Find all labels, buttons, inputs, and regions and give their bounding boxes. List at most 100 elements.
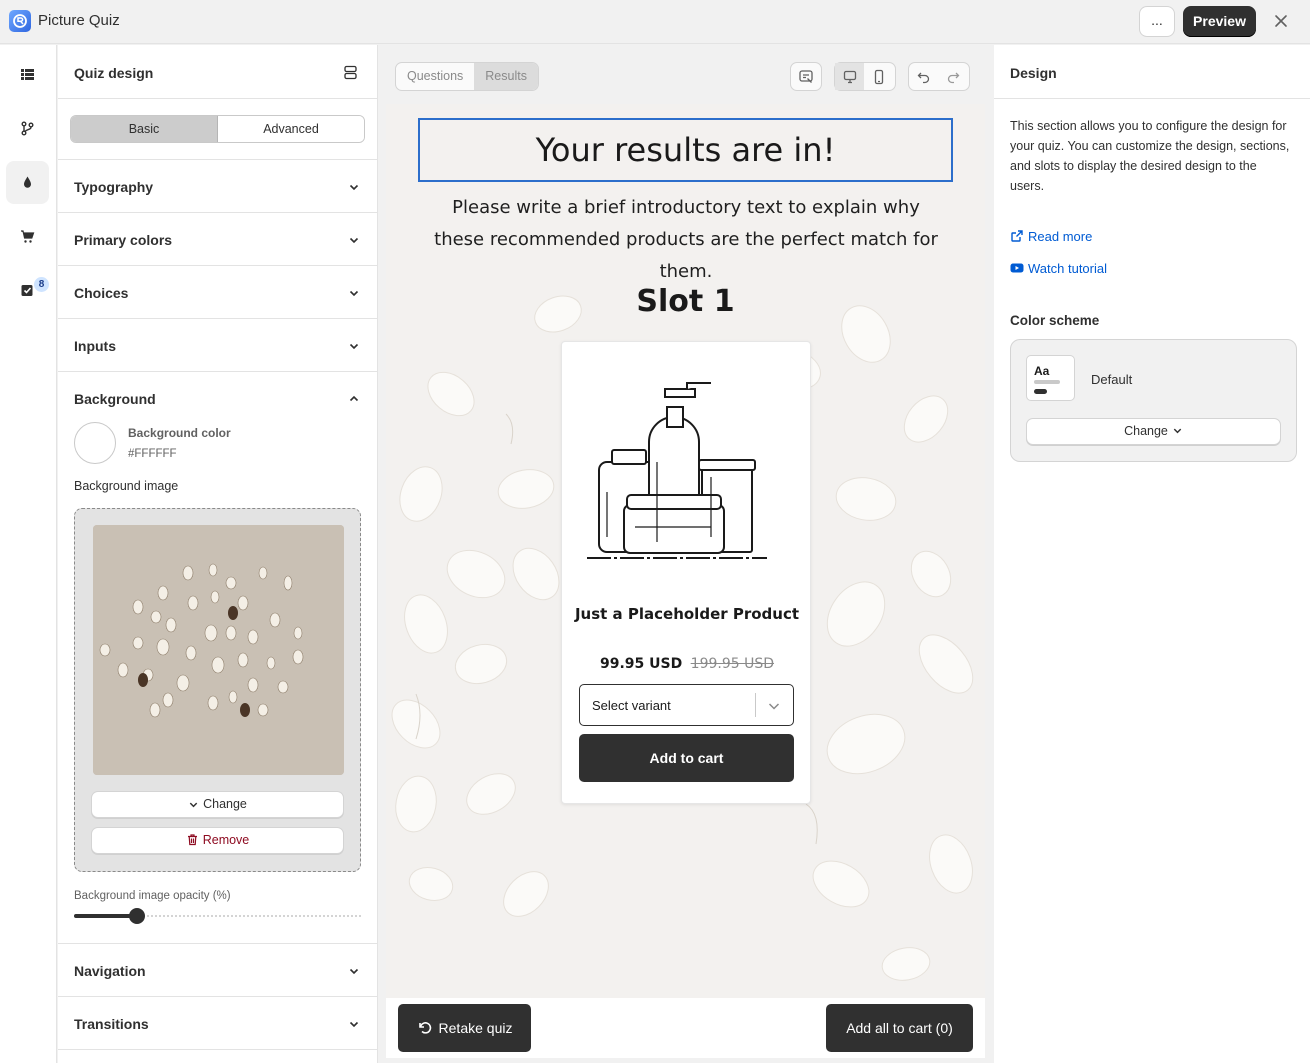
section-label: Typography: [74, 179, 154, 195]
chevron-down-icon: [1173, 428, 1182, 434]
close-icon[interactable]: [1270, 10, 1292, 32]
inspector-tool-group: [790, 62, 822, 91]
external-link-icon: [1011, 230, 1023, 242]
mobile-icon: [874, 69, 884, 85]
design-description: This section allows you to configure the…: [1010, 119, 1290, 193]
opacity-label: Background image opacity (%): [74, 890, 231, 902]
tab-basic[interactable]: Basic: [71, 116, 218, 142]
results-title-block[interactable]: Your results are in!: [418, 118, 953, 182]
variant-select-divider: [755, 693, 756, 717]
section-label: Choices: [74, 285, 129, 301]
rail-item-products[interactable]: [6, 215, 49, 258]
color-scheme-name: Default: [1091, 372, 1133, 387]
section-label[interactable]: Background: [74, 391, 156, 407]
desktop-view-button[interactable]: [835, 63, 864, 90]
section-label: Transitions: [74, 1016, 149, 1032]
panel-header: Quiz design: [58, 45, 377, 99]
undo-icon: [917, 72, 930, 84]
section-choices[interactable]: Choices: [58, 266, 377, 319]
change-image-label: Change: [203, 797, 247, 811]
chevron-down-icon: [349, 290, 359, 297]
section-label: Primary colors: [74, 232, 173, 248]
section-typography[interactable]: Typography: [58, 160, 377, 213]
rail-item-logic[interactable]: [6, 107, 49, 150]
rail-item-questions[interactable]: [6, 53, 49, 96]
chevron-down-icon: [768, 703, 780, 710]
design-panel-title: Design: [1010, 65, 1057, 81]
inspect-icon: [799, 70, 813, 83]
mobile-view-button[interactable]: [864, 63, 893, 90]
quiz-results-preview: Your results are in! Please write a brie…: [386, 104, 985, 1000]
app-title: Picture Quiz: [38, 12, 120, 29]
desktop-icon: [843, 70, 857, 84]
checkbox-icon: [21, 285, 33, 296]
cart-icon: [21, 230, 35, 243]
slot-title[interactable]: Slot 1: [386, 284, 985, 319]
section-label: Inputs: [74, 338, 116, 354]
chevron-up-icon[interactable]: [348, 393, 360, 405]
opacity-slider-handle[interactable]: [129, 908, 146, 924]
section-transitions[interactable]: Transitions: [58, 997, 377, 1050]
variant-select-placeholder: Select variant: [592, 698, 671, 713]
results-intro-text[interactable]: Please write a brief introductory text t…: [426, 192, 946, 288]
tab-results[interactable]: Results: [474, 63, 538, 90]
remove-image-button[interactable]: Remove: [91, 827, 344, 854]
read-more-link[interactable]: Read more: [1010, 229, 1092, 244]
product-price: 99.95 USD: [599, 656, 683, 672]
scheme-line-light: [1034, 380, 1060, 384]
chevron-down-icon: [189, 802, 198, 808]
results-footer: Retake quiz Add all to cart (0): [386, 998, 985, 1058]
section-navigation[interactable]: Navigation: [58, 944, 377, 997]
add-all-to-cart-button[interactable]: Add all to cart (0): [826, 1004, 973, 1052]
quiz-design-panel: Quiz design Basic Advanced Typography Pr…: [58, 45, 378, 1063]
product-compare-price: 199.95 USD: [690, 656, 775, 672]
background-image-dropzone[interactable]: Change Remove: [74, 508, 361, 872]
remove-image-label: Remove: [202, 833, 250, 847]
history-tool-group: [908, 62, 970, 91]
chevron-down-icon: [349, 1021, 359, 1028]
background-color-label: Background color: [128, 426, 231, 440]
droplet-icon: [24, 176, 31, 188]
scheme-line-dark: [1034, 389, 1047, 394]
section-primary-colors[interactable]: Primary colors: [58, 213, 377, 266]
design-panel-header: Design: [994, 45, 1310, 99]
add-to-cart-button[interactable]: Add to cart: [579, 734, 794, 782]
product-card[interactable]: Just a Placeholder Product 99.95 USD 199…: [561, 341, 811, 804]
list-icon: [21, 69, 34, 80]
rail-item-tasks[interactable]: 8: [6, 269, 49, 312]
variant-select[interactable]: Select variant: [579, 684, 794, 726]
section-inputs[interactable]: Inputs: [58, 319, 377, 372]
retake-quiz-label: Retake quiz: [438, 1020, 513, 1036]
chevron-down-icon: [349, 184, 359, 191]
left-icon-rail: 8: [0, 45, 57, 1063]
background-color-swatch[interactable]: [74, 422, 116, 464]
device-tool-group: [834, 62, 896, 91]
undo-button[interactable]: [909, 63, 938, 90]
redo-button[interactable]: [938, 63, 967, 90]
section-label: Navigation: [74, 963, 146, 979]
rail-item-design[interactable]: [6, 161, 49, 204]
background-image-label: Background image: [74, 479, 179, 493]
editor-canvas: Questions Results Your results are in! P…: [379, 45, 993, 1063]
more-actions-button[interactable]: ...: [1139, 6, 1175, 37]
design-info-panel: Design This section allows you to config…: [994, 45, 1310, 1063]
layout-toggle-icon[interactable]: [343, 65, 358, 83]
retake-quiz-button[interactable]: Retake quiz: [398, 1004, 531, 1052]
preview-button[interactable]: Preview: [1183, 6, 1256, 37]
change-image-button[interactable]: Change: [91, 791, 344, 818]
watch-tutorial-link[interactable]: Watch tutorial: [1010, 261, 1107, 276]
top-bar: Picture Quiz ... Preview: [0, 0, 1310, 44]
retake-icon: [418, 1022, 431, 1034]
product-placeholder-image: [587, 382, 767, 559]
color-scheme-card: Aa Default Change: [1010, 339, 1297, 462]
chevron-down-icon: [349, 237, 359, 244]
tab-questions[interactable]: Questions: [396, 63, 474, 90]
view-tabs: Questions Results: [395, 62, 539, 91]
watch-tutorial-label: Watch tutorial: [1028, 261, 1107, 276]
color-scheme-sample-text: Aa: [1034, 364, 1050, 378]
panel-title: Quiz design: [74, 65, 154, 81]
chevron-down-icon: [349, 343, 359, 350]
tab-advanced[interactable]: Advanced: [218, 116, 364, 142]
inspector-button[interactable]: [791, 63, 820, 90]
change-color-scheme-button[interactable]: Change: [1026, 418, 1281, 445]
